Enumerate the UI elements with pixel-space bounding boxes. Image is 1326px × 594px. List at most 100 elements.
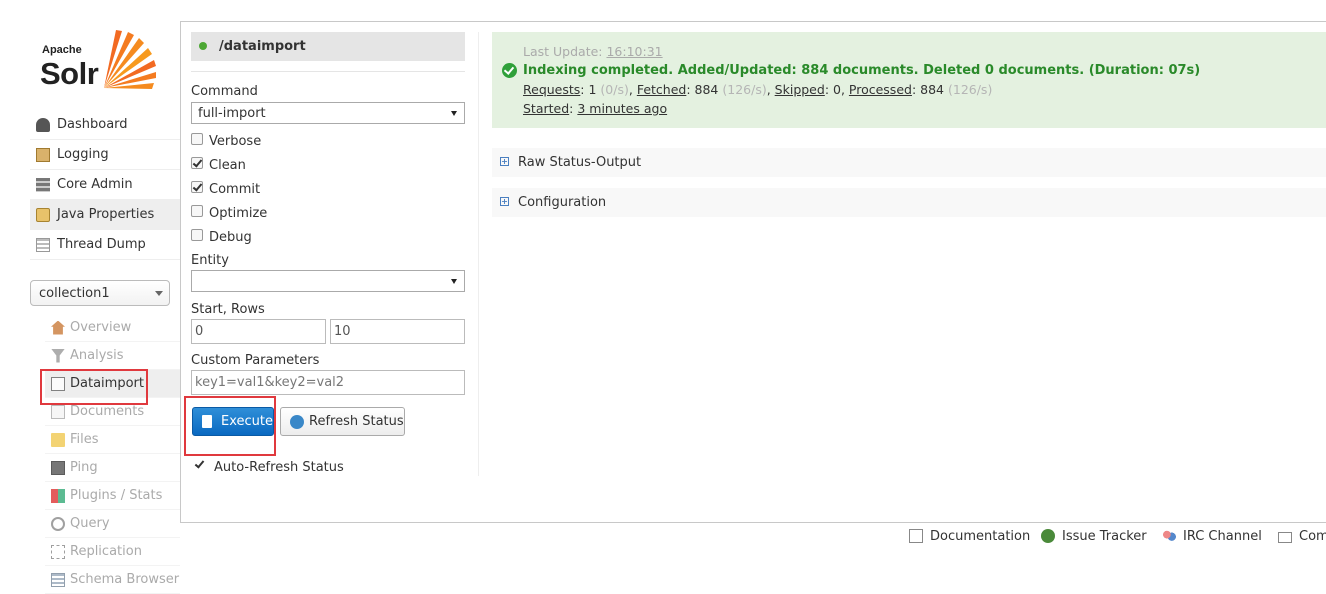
nav-logging-label: Logging [57, 147, 109, 162]
solr-sunburst-icon [104, 30, 156, 89]
core-menu-files[interactable]: Files [45, 426, 180, 454]
core-menu-analysis[interactable]: Analysis [45, 342, 180, 370]
plugins-icon [51, 488, 65, 503]
nav-core-admin[interactable]: Core Admin [30, 170, 180, 200]
nav-core-admin-label: Core Admin [57, 177, 133, 192]
option-debug[interactable]: Debug [191, 228, 252, 246]
logging-icon [36, 147, 50, 162]
core-menu-query-label: Query [70, 516, 110, 531]
rows-input[interactable]: 10 [330, 319, 465, 344]
auto-refresh-checkbox[interactable] [194, 459, 206, 471]
core-admin-icon [36, 177, 50, 192]
skipped-value: 0 [833, 82, 841, 97]
raw-status-label: Raw Status-Output [518, 155, 642, 170]
highlight-dataimport [40, 369, 148, 405]
core-menu-overview[interactable]: Overview [45, 314, 180, 342]
processed-label: Processed [848, 82, 912, 97]
clean-checkbox[interactable] [191, 157, 203, 169]
nav-dashboard[interactable]: Dashboard [30, 110, 180, 140]
thread-dump-icon [36, 237, 50, 252]
start-rows-label: Start, Rows [191, 302, 265, 317]
refresh-icon [290, 415, 304, 429]
core-menu-schema-browser[interactable]: Schema Browser [45, 566, 180, 594]
nav-dashboard-label: Dashboard [57, 117, 128, 132]
dataimport-handler-header: /dataimport [191, 32, 465, 61]
requests-value: 1 [588, 82, 597, 97]
expand-plus-icon: + [500, 197, 509, 206]
commit-checkbox[interactable] [191, 181, 203, 193]
raw-status-section[interactable]: + Raw Status-Output [492, 148, 1326, 177]
dashboard-icon [36, 117, 50, 132]
solr-logo[interactable]: Apache Solr [38, 28, 168, 94]
option-optimize[interactable]: Optimize [191, 204, 267, 222]
core-menu-documents-label: Documents [70, 404, 145, 419]
rows-input-value: 10 [334, 324, 351, 339]
replication-icon [51, 544, 65, 559]
footer-issue-tracker[interactable]: Issue Tracker [1041, 527, 1147, 545]
envelope-icon [1278, 531, 1292, 543]
stats-line: Requests: 1 (0/s), Fetched: 884 (126/s),… [523, 82, 993, 97]
entity-label: Entity [191, 253, 229, 268]
custom-params-value: key1=val1&key2=val2 [195, 375, 345, 390]
custom-params-label: Custom Parameters [191, 353, 320, 368]
logo-solr-text: Solr [40, 56, 99, 91]
start-input[interactable]: 0 [191, 319, 326, 344]
auto-refresh-option[interactable]: Auto-Refresh Status [194, 458, 344, 476]
logo-apache-text: Apache [42, 44, 82, 56]
processed-value: 884 [920, 82, 944, 97]
nav-thread-dump[interactable]: Thread Dump [30, 230, 180, 260]
entity-select[interactable] [191, 270, 465, 292]
handler-name: /dataimport [219, 39, 306, 54]
verbose-label: Verbose [209, 133, 262, 149]
core-menu-schema-browser-label: Schema Browser [70, 572, 180, 587]
footer-community[interactable]: Com [1278, 527, 1326, 545]
panel-divider [478, 32, 479, 476]
people-icon [1162, 529, 1176, 543]
core-menu-plugins[interactable]: Plugins / Stats [45, 482, 180, 510]
funnel-icon [51, 348, 65, 363]
home-icon [51, 320, 65, 335]
command-label: Command [191, 84, 258, 99]
footer-documentation-label: Documentation [930, 528, 1031, 544]
bug-icon [1041, 529, 1055, 543]
core-selector-value: collection1 [39, 285, 110, 301]
core-menu-replication-label: Replication [70, 544, 142, 559]
core-menu-replication[interactable]: Replication [45, 538, 180, 566]
requests-label: Requests [523, 82, 581, 97]
debug-label: Debug [209, 229, 252, 245]
success-check-icon [502, 63, 517, 78]
debug-checkbox[interactable] [191, 229, 203, 241]
fetched-value: 884 [694, 82, 719, 97]
nav-logging[interactable]: Logging [30, 140, 180, 170]
configuration-section[interactable]: + Configuration [492, 188, 1326, 217]
started-value: 3 minutes ago [577, 101, 668, 116]
nav-java-properties[interactable]: Java Properties [30, 200, 180, 230]
fetched-rate: (126/s) [722, 82, 767, 97]
footer-community-label: Com [1299, 528, 1326, 544]
fetched-label: Fetched [636, 82, 687, 97]
folder-icon [51, 432, 65, 447]
custom-params-input[interactable]: key1=val1&key2=val2 [191, 370, 465, 395]
ping-icon [51, 460, 65, 475]
option-commit[interactable]: Commit [191, 180, 260, 198]
verbose-checkbox[interactable] [191, 133, 203, 145]
nav-java-properties-label: Java Properties [57, 207, 155, 222]
option-clean[interactable]: Clean [191, 156, 246, 174]
optimize-label: Optimize [209, 205, 268, 221]
option-verbose[interactable]: Verbose [191, 132, 261, 150]
footer-documentation[interactable]: Documentation [909, 527, 1030, 545]
core-menu-overview-label: Overview [70, 320, 132, 335]
core-menu-query[interactable]: Query [45, 510, 180, 538]
core-menu-ping-label: Ping [70, 460, 98, 475]
last-update-value: 16:10:31 [606, 44, 663, 59]
document-icon [909, 529, 923, 543]
core-menu-plugins-label: Plugins / Stats [70, 488, 163, 503]
requests-rate: (0/s) [600, 82, 629, 97]
command-select[interactable]: full-import [191, 102, 465, 124]
optimize-checkbox[interactable] [191, 205, 203, 217]
clean-label: Clean [209, 157, 246, 173]
footer-irc-channel[interactable]: IRC Channel [1162, 527, 1262, 545]
core-selector[interactable]: collection1 [30, 280, 170, 306]
core-menu-ping[interactable]: Ping [45, 454, 180, 482]
refresh-status-button[interactable]: Refresh Status [280, 407, 405, 436]
